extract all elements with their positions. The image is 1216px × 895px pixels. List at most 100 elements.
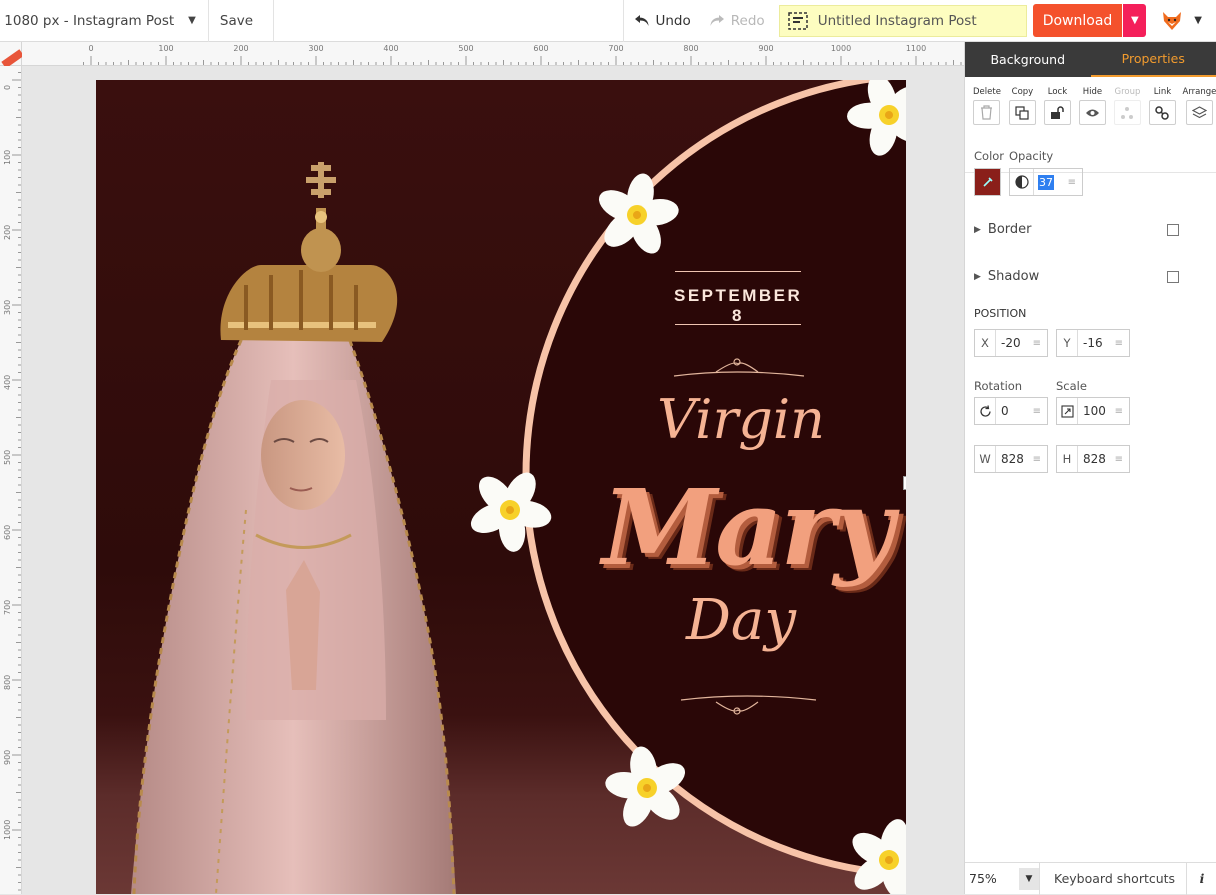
panel-footer: 75% ▼ Keyboard shortcuts i [965, 862, 1216, 894]
download-options-button[interactable]: ▼ [1122, 4, 1146, 37]
ruler-label: 800 [3, 675, 12, 690]
save-button[interactable]: Save [209, 0, 274, 42]
lock-label: Lock [1048, 87, 1067, 97]
title-day-text[interactable]: Day [666, 588, 816, 653]
x-value[interactable]: -20 [1001, 336, 1021, 350]
drag-handle-icon[interactable]: ≡ [1033, 406, 1041, 417]
group-button [1114, 100, 1141, 125]
arrange-action[interactable]: Arrange [1184, 87, 1215, 172]
width-field[interactable]: W 828 ≡ [974, 445, 1048, 473]
document-title-field[interactable]: Untitled Instagram Post [779, 5, 1027, 37]
ruler-label: 700 [3, 600, 12, 615]
lock-button[interactable] [1044, 100, 1071, 125]
y-field[interactable]: Y -16 ≡ [1056, 329, 1130, 357]
color-swatch[interactable] [974, 168, 1001, 196]
ruler-label: 600 [3, 525, 12, 540]
rotation-field[interactable]: 0 ≡ [974, 397, 1048, 425]
user-menu[interactable]: ▼ [1160, 9, 1202, 33]
ruler-label: 100 [3, 150, 12, 165]
link-button[interactable] [1149, 100, 1176, 125]
layers-icon [1192, 106, 1207, 120]
drag-handle-icon[interactable]: ≡ [1033, 454, 1041, 465]
drag-handle-icon[interactable]: ≡ [1115, 338, 1123, 349]
arrange-button[interactable] [1186, 100, 1213, 125]
height-value[interactable]: 828 [1083, 452, 1106, 466]
redo-button[interactable]: Redo [701, 0, 779, 42]
chevron-down-icon: ▼ [1194, 15, 1202, 26]
date-text[interactable]: SEPTEMBER 8 [674, 286, 802, 326]
keyboard-shortcuts-button[interactable]: Keyboard shortcuts [1040, 863, 1187, 895]
color-label: Color [974, 149, 1004, 163]
scale-value[interactable]: 100 [1083, 404, 1106, 418]
unlock-icon [1050, 106, 1065, 120]
tab-properties[interactable]: Properties [1091, 42, 1216, 77]
save-label: Save [220, 13, 253, 29]
drag-handle-icon[interactable]: ≡ [1033, 338, 1041, 349]
shadow-toggle[interactable]: ▶ Shadow [974, 269, 1179, 284]
ruler-label: 1100 [906, 44, 926, 53]
border-checkbox[interactable] [1167, 224, 1179, 236]
undo-button[interactable]: Undo [623, 0, 701, 42]
border-label: Border [988, 222, 1032, 237]
canvas-workspace[interactable]: SEPTEMBER 8 Virgin Mary Day [22, 66, 964, 894]
link-icon [1155, 106, 1169, 120]
design-artboard[interactable]: SEPTEMBER 8 Virgin Mary Day [96, 80, 906, 894]
opacity-field[interactable]: 37 ≡ [1009, 168, 1083, 196]
document-title: Untitled Instagram Post [818, 13, 977, 29]
download-button[interactable]: Download [1033, 4, 1123, 37]
undo-label: Undo [656, 13, 691, 29]
ruler-label: 0 [3, 85, 12, 90]
drag-handle-icon[interactable]: ≡ [1068, 177, 1076, 188]
zoom-value: 75% [969, 871, 997, 886]
tab-background[interactable]: Background [965, 42, 1091, 77]
border-toggle[interactable]: ▶ Border [974, 222, 1179, 237]
ruler-label: 800 [683, 44, 698, 53]
height-field[interactable]: H 828 ≡ [1056, 445, 1130, 473]
drag-handle-icon[interactable]: ≡ [1115, 406, 1123, 417]
title-mary-text[interactable]: Mary [582, 466, 906, 589]
ruler-label: 900 [758, 44, 773, 53]
resize-handle[interactable] [903, 476, 906, 490]
shadow-checkbox[interactable] [1167, 271, 1179, 283]
ruler-label: 100 [158, 44, 173, 53]
rename-icon [788, 12, 808, 30]
drag-handle-icon[interactable]: ≡ [1115, 454, 1123, 465]
width-label: W [975, 446, 996, 472]
ruler-label: 1000 [831, 44, 851, 53]
copy-button[interactable] [1009, 100, 1036, 125]
ruler-label: 500 [3, 450, 12, 465]
chevron-down-icon[interactable]: ▼ [1019, 868, 1039, 890]
rotation-value[interactable]: 0 [1001, 404, 1009, 418]
x-label: X [975, 330, 996, 356]
rotation-label: Rotation [974, 379, 1022, 393]
hide-action[interactable]: Hide [1079, 87, 1106, 172]
scale-field[interactable]: 100 ≡ [1056, 397, 1130, 425]
x-field[interactable]: X -20 ≡ [974, 329, 1048, 357]
info-icon[interactable]: i [1187, 871, 1216, 886]
horizontal-ruler: 010020030040050060070080090010001100 [22, 42, 964, 66]
copy-label: Copy [1012, 87, 1034, 97]
hide-button[interactable] [1079, 100, 1106, 125]
redo-icon [709, 14, 725, 28]
ruler-label: 400 [383, 44, 398, 53]
height-label: H [1057, 446, 1078, 472]
divider-line [675, 271, 801, 272]
arrange-label: Arrange [1183, 87, 1216, 97]
zoom-select[interactable]: 75% ▼ [965, 863, 1040, 895]
panel-tabs: Background Properties [965, 42, 1216, 77]
opacity-value[interactable]: 37 [1038, 175, 1054, 190]
vertical-ruler: 01002003004005006007008009001000 [0, 66, 22, 894]
ruler-label: 400 [3, 375, 12, 390]
y-value[interactable]: -16 [1083, 336, 1103, 350]
document-size-dropdown[interactable]: x 1080 px - Instagram Post ▼ [0, 0, 209, 42]
delete-button[interactable] [973, 100, 1000, 125]
title-virgin-text[interactable]: Virgin [656, 388, 826, 451]
link-action[interactable]: Link [1149, 87, 1176, 172]
download-group: Download ▼ [1033, 4, 1147, 37]
group-label: Group [1114, 87, 1140, 97]
width-value[interactable]: 828 [1001, 452, 1024, 466]
fox-avatar-icon [1160, 9, 1184, 33]
ruler-label: 300 [3, 300, 12, 315]
ruler-label: 200 [233, 44, 248, 53]
document-size-label: x 1080 px - Instagram Post [0, 13, 174, 29]
